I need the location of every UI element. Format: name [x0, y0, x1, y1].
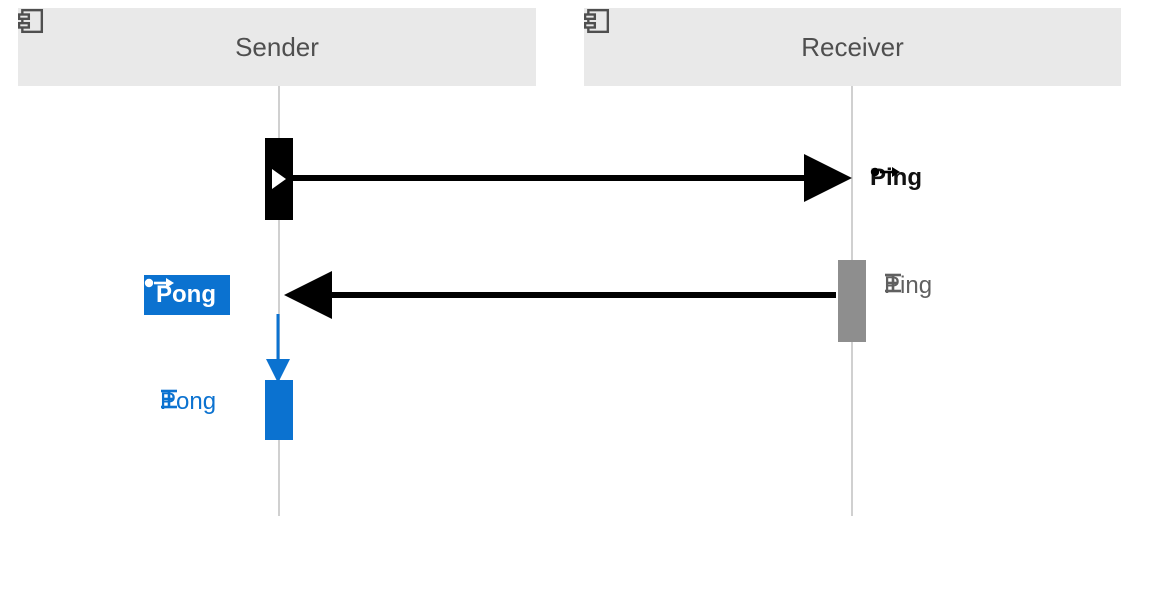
component-icon [584, 8, 610, 34]
message-text: Pong [156, 281, 216, 309]
participant-header-sender: Sender [18, 8, 536, 86]
component-icon [18, 8, 44, 34]
participant-label: Sender [235, 32, 319, 63]
message-text: Pong [160, 388, 216, 416]
activation-receiver [838, 260, 866, 342]
participant-header-receiver: Receiver [584, 8, 1121, 86]
message-text: Ping [870, 164, 922, 192]
play-icon [272, 169, 286, 189]
message-label-pong-recv: Pong [160, 388, 216, 416]
activation-sender-start [265, 138, 293, 220]
participant-label: Receiver [801, 32, 904, 63]
activation-sender-pong [265, 380, 293, 440]
message-text: Ping [884, 272, 932, 300]
sequence-diagram: Sender Receiver [0, 0, 1154, 596]
message-label-ping-recv: Ping [884, 272, 932, 300]
message-label-ping-send: Ping [870, 164, 922, 192]
message-label-pong-send-selected[interactable]: Pong [144, 275, 230, 315]
